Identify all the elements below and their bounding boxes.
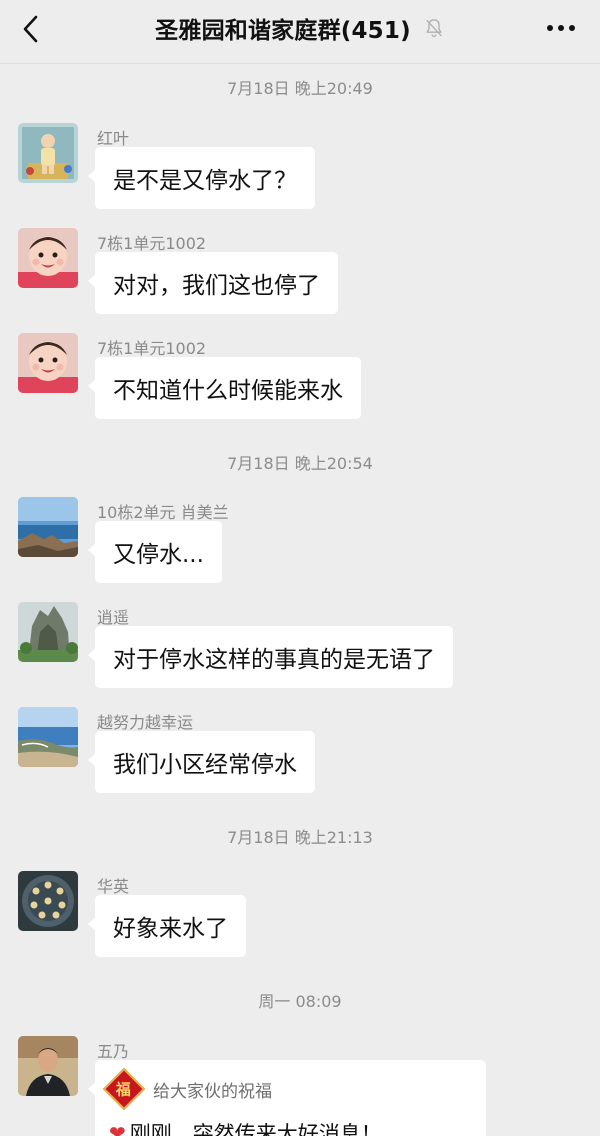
sender-name: 五乃 [97, 1042, 130, 1061]
card-header: 福 给大家伙的祝福 [102, 1067, 272, 1111]
timestamp: 7月18日 晚上20:54 [227, 454, 373, 473]
more-dot-icon [558, 25, 564, 31]
sender-name: 7栋1单元1002 [97, 234, 207, 253]
message-bubble[interactable]: 好象来水了 [88, 895, 246, 957]
blessing-card[interactable]: 福 给大家伙的祝福 ❤ 刚刚，突然传来大好消息！ [88, 1060, 486, 1136]
message-bubble[interactable]: 又停水... [88, 521, 222, 583]
message-bubble[interactable]: 对于停水这样的事真的是无语了 [88, 626, 453, 688]
sender-name: 越努力越幸运 [97, 713, 194, 732]
sender-name: 10栋2单元 肖美兰 [97, 503, 229, 522]
timestamp: 7月18日 晚上21:13 [227, 828, 373, 847]
avatar[interactable] [18, 123, 78, 183]
back-arrow-icon[interactable] [14, 12, 48, 46]
sender-name: 华英 [97, 877, 130, 896]
more-options-button[interactable] [544, 14, 578, 42]
avatar[interactable] [18, 497, 78, 557]
sender-name: 红叶 [97, 129, 130, 148]
sender-name: 逍遥 [97, 608, 130, 627]
message-bubble[interactable]: 我们小区经常停水 [88, 731, 315, 793]
heart-icon: ❤ [109, 1121, 126, 1136]
avatar[interactable] [18, 871, 78, 931]
message-bubble[interactable]: 对对，我们这也停了 [88, 252, 338, 314]
avatar[interactable] [18, 1036, 78, 1096]
card-body: ❤ 刚刚，突然传来大好消息！ [109, 1118, 382, 1136]
message-bubble[interactable]: 是不是又停水了？ [88, 147, 315, 209]
avatar[interactable] [18, 602, 78, 662]
card-title: 给大家伙的祝福 [153, 1081, 272, 1102]
more-dot-icon [569, 25, 575, 31]
more-dot-icon [547, 25, 553, 31]
card-text: 刚刚，突然传来大好消息！ [129, 1122, 382, 1136]
timestamp: 周一 08:09 [258, 992, 342, 1011]
fu-blessing-icon: 福 [102, 1067, 146, 1111]
timestamp: 7月18日 晚上20:49 [227, 79, 373, 98]
title-wrap: 圣雅园和谐家庭群(451) [0, 0, 600, 56]
message-bubble[interactable]: 不知道什么时候能来水 [88, 357, 361, 419]
avatar[interactable] [18, 707, 78, 767]
avatar[interactable] [18, 228, 78, 288]
mute-bell-icon [425, 19, 442, 38]
chat-header: 圣雅园和谐家庭群(451) [0, 0, 600, 64]
chat-title: 圣雅园和谐家庭群(451) [155, 18, 411, 44]
avatar[interactable] [18, 333, 78, 393]
sender-name: 7栋1单元1002 [97, 339, 207, 358]
